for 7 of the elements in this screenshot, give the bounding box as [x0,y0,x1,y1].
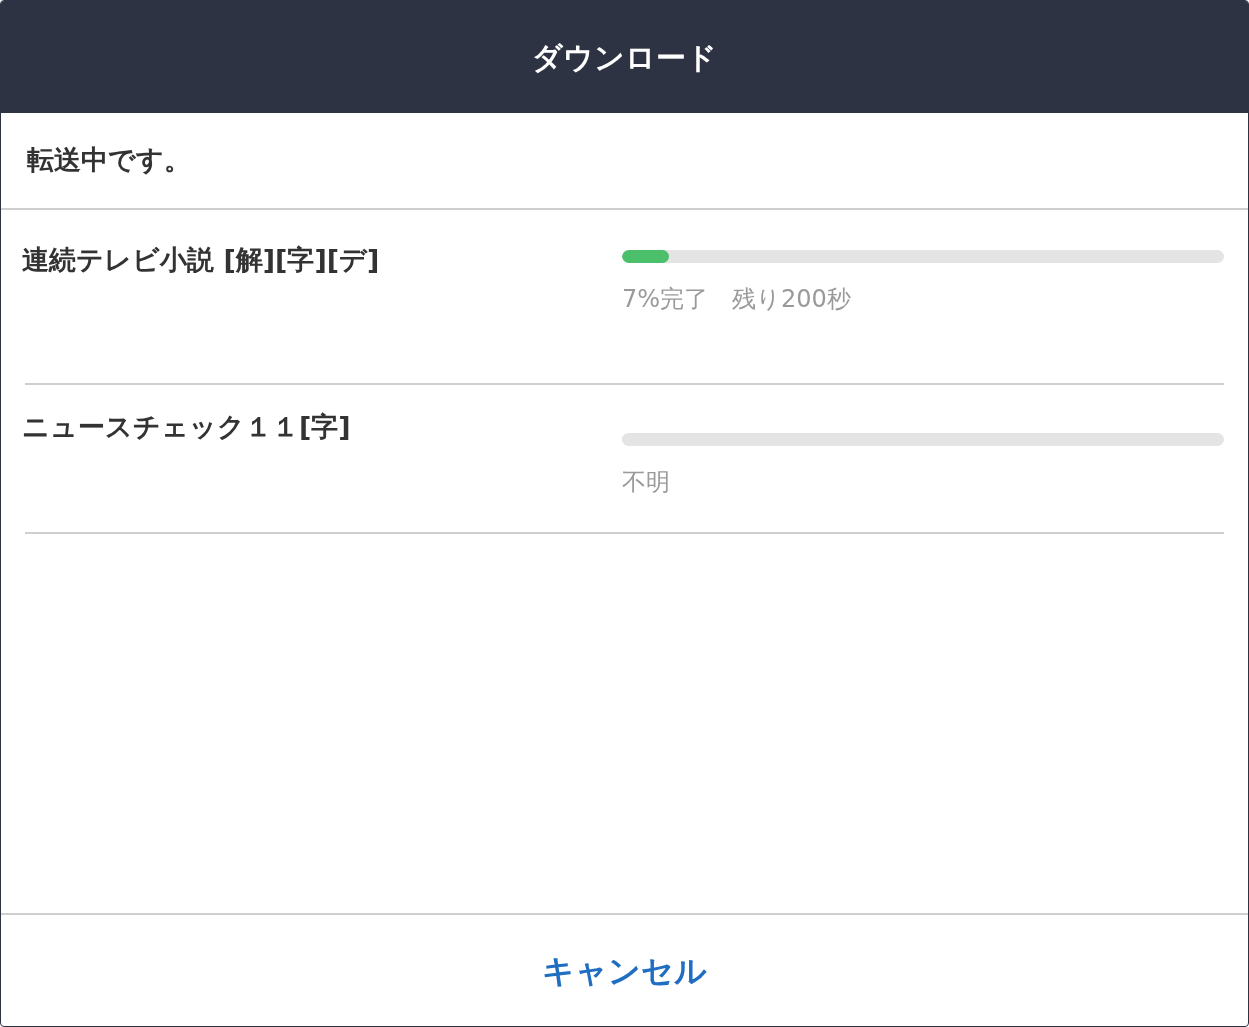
cancel-button[interactable]: キャンセル [526,938,723,1003]
download-title: ニュースチェック１１[字] [22,410,352,444]
status-text: 転送中です。 [27,143,191,178]
download-title: 連続テレビ小説 [解][字][デ] [22,243,381,277]
progress-text: 7%完了 残り200秒 [622,284,852,315]
dialog-title: ダウンロード [532,38,717,77]
progress-text: 不明 [622,467,671,498]
